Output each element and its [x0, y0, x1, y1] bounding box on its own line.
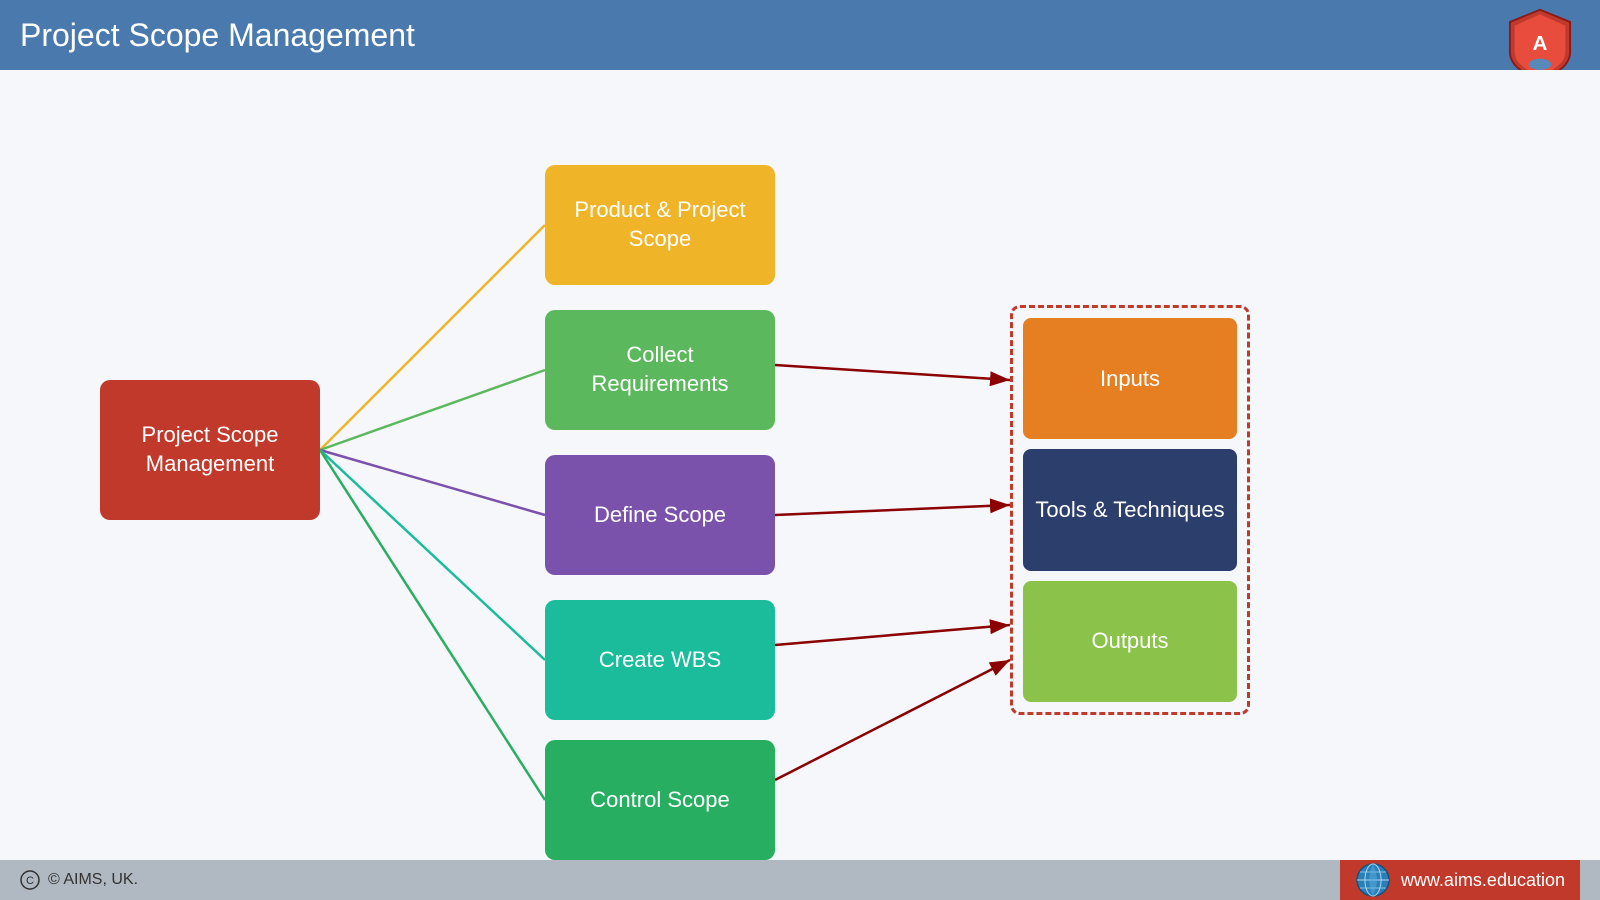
svg-text:A: A — [1533, 32, 1548, 55]
footer-left: C © AIMS, UK. — [20, 870, 138, 890]
create-wbs-box: Create WBS — [545, 600, 775, 720]
svg-text:C: C — [26, 875, 34, 887]
main-content: Project Scope Management Product & Proje… — [0, 70, 1600, 900]
control-scope-box: Control Scope — [545, 740, 775, 860]
header: Project Scope Management A — [0, 0, 1600, 70]
inputs-box: Inputs — [1023, 318, 1237, 439]
footer-right: www.aims.education — [1340, 860, 1580, 900]
outputs-box: Outputs — [1023, 581, 1237, 702]
collect-requirements-box: Collect Requirements — [545, 310, 775, 430]
tools-techniques-box: Tools & Techniques — [1023, 449, 1237, 570]
project-scope-management-box: Project Scope Management — [100, 380, 320, 520]
globe-icon — [1355, 862, 1391, 898]
product-project-scope-box: Product & Project Scope — [545, 165, 775, 285]
ito-panel: Inputs Tools & Techniques Outputs — [1010, 305, 1250, 715]
footer: C © AIMS, UK. www.aims.education — [0, 860, 1600, 900]
footer-right-text: www.aims.education — [1401, 870, 1565, 891]
page-title: Project Scope Management — [20, 17, 415, 54]
define-scope-box: Define Scope — [545, 455, 775, 575]
footer-left-text: © AIMS, UK. — [48, 871, 138, 889]
copyright-icon: C — [20, 870, 40, 890]
